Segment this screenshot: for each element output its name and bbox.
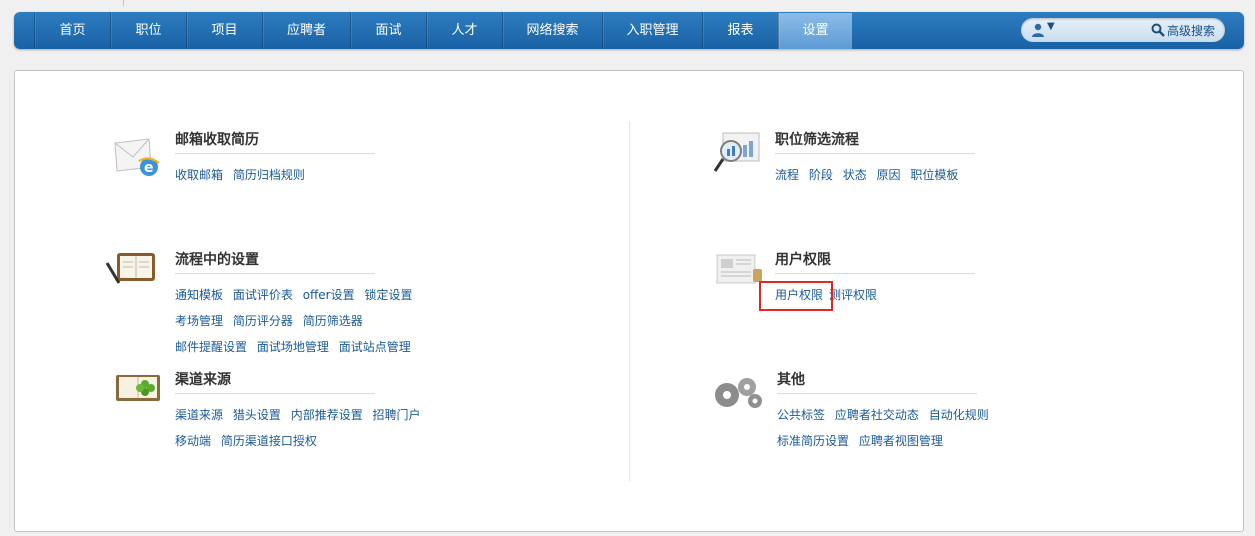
column-divider [629,121,630,481]
link-headhunter[interactable]: 猎头设置 [233,408,281,422]
nav-web-search[interactable]: 网络搜索 [502,12,602,49]
chevron-down-icon[interactable]: ▼ [1047,21,1055,32]
section-links: 用户权限 测评权限 [758,281,883,311]
link-automation-rules[interactable]: 自动化规则 [929,408,989,422]
search-icon[interactable] [1151,23,1165,37]
link-resume-filter[interactable]: 简历筛选器 [303,314,363,328]
link-offer-settings[interactable]: offer设置 [303,288,355,302]
section-title: 职位筛选流程 [775,129,975,154]
nav-interviews[interactable]: 面试 [350,12,426,49]
link-recruit-portal[interactable]: 招聘门户 [373,408,421,422]
link-standard-resume[interactable]: 标准简历设置 [777,434,849,448]
link-interview-venue[interactable]: 面试场地管理 [257,340,329,354]
link-lock-settings[interactable]: 锁定设置 [364,288,412,302]
link-status[interactable]: 状态 [843,168,867,182]
mail-icon: e [114,138,160,176]
link-reason[interactable]: 原因 [877,168,901,182]
advanced-search-link[interactable]: 高级搜索 [1167,22,1215,39]
newspaper-icon [716,254,762,284]
section-title: 其他 [777,369,977,394]
section-links: 公共标签 应聘者社交动态 自动化规则 标准简历设置 应聘者视图管理 [777,402,995,454]
section-title: 用户权限 [775,249,975,274]
link-mobile[interactable]: 移动端 [175,434,211,448]
link-resume-scorer[interactable]: 简历评分器 [233,314,293,328]
section-links: 通知模板 面试评价表 offer设置 锁定设置 考场管理 简历评分器 简历筛选器… [175,282,418,360]
link-public-tags[interactable]: 公共标签 [777,408,825,422]
link-resume-archive-rules[interactable]: 简历归档规则 [233,168,305,182]
book-clover-icon [116,375,160,401]
link-internal-referral[interactable]: 内部推荐设置 [291,408,363,422]
link-stage[interactable]: 阶段 [809,168,833,182]
nav-projects[interactable]: 项目 [186,12,262,49]
section-title: 流程中的设置 [175,249,375,274]
nav-reports[interactable]: 报表 [702,12,778,49]
main-navbar: 首页 职位 项目 应聘者 面试 人才 网络搜索 入职管理 报表 设置 ▼ 高级搜… [14,12,1244,49]
link-notify-template[interactable]: 通知模板 [175,288,223,302]
section-links: 渠道来源 猎头设置 内部推荐设置 招聘门户 移动端 简历渠道接口授权 [175,402,427,454]
link-candidate-social[interactable]: 应聘者社交动态 [835,408,919,422]
notebook-icon [105,253,155,284]
link-flow[interactable]: 流程 [775,168,799,182]
link-assessment-permission[interactable]: 测评权限 [829,288,877,302]
section-links: 流程 阶段 状态 原因 职位模板 [775,162,964,188]
user-icon[interactable] [1031,23,1045,37]
link-user-permission[interactable]: 用户权限 [758,281,834,311]
nav-positions[interactable]: 职位 [110,12,186,49]
link-candidate-view[interactable]: 应聘者视图管理 [859,434,943,448]
section-title: 邮箱收取简历 [175,129,375,154]
chart-magnifier-icon [713,132,760,172]
link-interview-site[interactable]: 面试站点管理 [339,340,411,354]
nav-list: 首页 职位 项目 应聘者 面试 人才 网络搜索 入职管理 报表 设置 [34,12,852,49]
link-mail-reminder[interactable]: 邮件提醒设置 [175,340,247,354]
link-channel-source[interactable]: 渠道来源 [175,408,223,422]
link-position-template[interactable]: 职位模板 [910,168,958,182]
gears-icon [715,378,762,408]
nav-home[interactable]: 首页 [34,12,110,49]
section-links: 收取邮箱 简历归档规则 [175,162,311,188]
search-box[interactable]: ▼ 高级搜索 [1021,18,1225,42]
link-receive-mailbox[interactable]: 收取邮箱 [175,168,223,182]
svg-text:e: e [144,160,154,176]
nav-candidates[interactable]: 应聘者 [262,12,350,49]
top-divider [123,0,124,6]
link-exam-room[interactable]: 考场管理 [175,314,223,328]
nav-settings[interactable]: 设置 [778,13,852,49]
link-channel-api-auth[interactable]: 简历渠道接口授权 [221,434,317,448]
nav-onboarding[interactable]: 入职管理 [602,12,702,49]
section-title: 渠道来源 [175,369,375,394]
link-interview-evaluation[interactable]: 面试评价表 [233,288,293,302]
settings-panel: e 邮箱收取简历 收取邮箱 简历归档规则 流程中的设置 通知模板 面试评价表 o… [14,70,1244,532]
nav-talent[interactable]: 人才 [426,12,502,49]
